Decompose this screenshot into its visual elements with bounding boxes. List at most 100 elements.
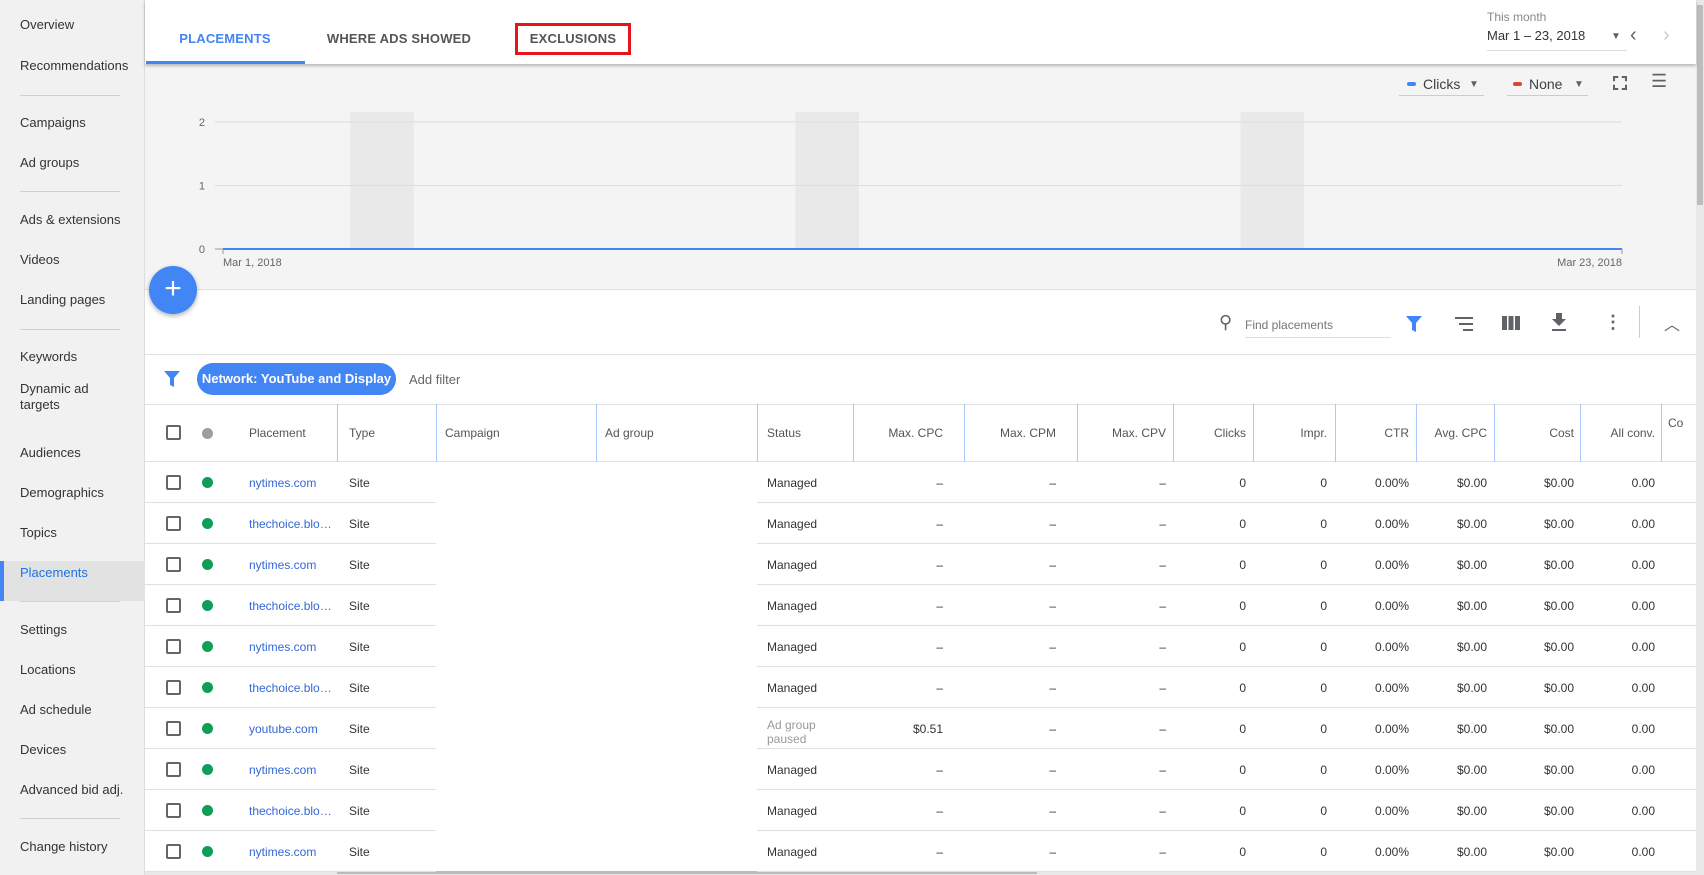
sidebar-item-landing-pages[interactable]: Landing pages <box>20 292 140 308</box>
sidebar-item-locations[interactable]: Locations <box>20 662 140 678</box>
tab-exclusions[interactable]: EXCLUSIONS <box>530 31 617 46</box>
row-checkbox[interactable] <box>166 721 181 736</box>
placement-link[interactable]: nytimes.com <box>249 763 337 777</box>
sidebar-item-advanced-bid-adj[interactable]: Advanced bid adj. <box>20 782 140 798</box>
select-all-checkbox[interactable] <box>166 425 181 440</box>
max-cpv-cell: – <box>1159 558 1166 572</box>
column-header-cost[interactable]: Cost <box>1494 426 1574 440</box>
sidebar-item-ads-extensions[interactable]: Ads & extensions <box>20 212 140 228</box>
row-checkbox[interactable] <box>166 516 181 531</box>
sidebar-item-demographics[interactable]: Demographics <box>20 485 140 501</box>
column-header-clicks[interactable]: Clicks <box>1173 426 1246 440</box>
filter-icon[interactable] <box>164 371 180 387</box>
row-checkbox[interactable] <box>166 639 181 654</box>
clicks-cell: 0 <box>1239 476 1246 490</box>
add-placement-button[interactable]: + <box>149 266 197 314</box>
sidebar-item-devices[interactable]: Devices <box>20 742 140 758</box>
all-conv-cell: 0.00 <box>1631 476 1655 490</box>
placement-link[interactable]: nytimes.com <box>249 845 337 859</box>
max-cpv-cell: – <box>1159 517 1166 531</box>
find-placements-input[interactable] <box>1245 312 1391 338</box>
sidebar-item-topics[interactable]: Topics <box>20 525 140 541</box>
column-header-max-cpc[interactable]: Max. CPC <box>853 426 943 440</box>
placement-link[interactable]: nytimes.com <box>249 558 337 572</box>
column-header-campaign[interactable]: Campaign <box>445 426 596 440</box>
sidebar-item-audiences[interactable]: Audiences <box>20 445 140 461</box>
placement-link[interactable]: nytimes.com <box>249 640 337 654</box>
clicks-cell: 0 <box>1239 722 1246 736</box>
impressions-cell: 0 <box>1320 517 1327 531</box>
sidebar-item-recommendations[interactable]: Recommendations <box>20 58 140 74</box>
cost-cell: $0.00 <box>1543 476 1574 490</box>
max-cpm-cell: – <box>1049 558 1056 572</box>
placement-link[interactable]: youtube.com <box>249 722 337 736</box>
column-header-ad-group[interactable]: Ad group <box>605 426 757 440</box>
add-filter-link[interactable]: Add filter <box>409 372 460 387</box>
column-header-impr[interactable]: Impr. <box>1253 426 1327 440</box>
enabled-status-dot <box>202 600 213 611</box>
next-period-icon[interactable]: › <box>1663 25 1670 45</box>
cost-cell: $0.00 <box>1543 599 1574 613</box>
row-checkbox[interactable] <box>166 557 181 572</box>
placement-link[interactable]: thechoice.blo… <box>249 681 337 695</box>
sidebar-item-placements[interactable]: Placements <box>20 565 140 581</box>
cost-cell: $0.00 <box>1543 804 1574 818</box>
sidebar-item-campaigns[interactable]: Campaigns <box>20 115 140 131</box>
network-filter-chip[interactable]: Network: YouTube and Display <box>197 363 396 395</box>
date-range-select[interactable]: Mar 1 – 23, 2018 ▼ <box>1487 28 1627 51</box>
column-divider[interactable] <box>436 404 437 462</box>
placement-link[interactable]: nytimes.com <box>249 476 337 490</box>
row-checkbox[interactable] <box>166 844 181 859</box>
column-header-max-cpm[interactable]: Max. CPM <box>964 426 1056 440</box>
column-header-co[interactable]: Co <box>1668 416 1700 430</box>
placement-link[interactable]: thechoice.blo… <box>249 517 337 531</box>
row-divider <box>757 625 1696 626</box>
column-header-avg-cpc[interactable]: Avg. CPC <box>1416 426 1487 440</box>
more-options-icon[interactable]: ⋮ <box>1604 313 1622 331</box>
column-header-ctr[interactable]: CTR <box>1335 426 1409 440</box>
row-checkbox[interactable] <box>166 475 181 490</box>
y-tick-label: 1 <box>199 181 205 193</box>
tab-placements[interactable]: PLACEMENTS <box>179 31 271 46</box>
ctr-cell: 0.00% <box>1374 558 1409 572</box>
row-checkbox[interactable] <box>166 803 181 818</box>
column-header-type[interactable]: Type <box>349 426 436 440</box>
impressions-cell: 0 <box>1320 722 1327 736</box>
column-divider[interactable] <box>596 404 597 462</box>
ctr-cell: 0.00% <box>1374 476 1409 490</box>
dropdown-arrow-icon: ▼ <box>1611 31 1621 42</box>
sidebar-item-overview[interactable]: Overview <box>20 17 140 33</box>
column-header-all-conv[interactable]: All conv. <box>1580 426 1655 440</box>
max-cpc-cell: – <box>936 558 943 572</box>
column-divider[interactable] <box>1661 404 1662 462</box>
sidebar-item-change-history[interactable]: Change history <box>20 839 140 855</box>
row-checkbox[interactable] <box>166 762 181 777</box>
column-header-placement[interactable]: Placement <box>249 426 337 440</box>
sidebar-item-ad-schedule[interactable]: Ad schedule <box>20 702 140 718</box>
collapse-chevron-up-icon[interactable]: ︿ <box>1664 318 1680 334</box>
segment-icon[interactable] <box>1455 317 1473 331</box>
column-header-status[interactable]: Status <box>767 426 853 440</box>
enabled-status-dot <box>202 846 213 857</box>
column-header-max-cpv[interactable]: Max. CPV <box>1077 426 1166 440</box>
sidebar-item-keywords[interactable]: Keywords <box>20 349 140 365</box>
tab-where-ads-showed[interactable]: WHERE ADS SHOWED <box>327 31 471 46</box>
all-conv-cell: 0.00 <box>1631 599 1655 613</box>
column-divider[interactable] <box>337 404 338 462</box>
placement-link[interactable]: thechoice.blo… <box>249 804 337 818</box>
sidebar-item-videos[interactable]: Videos <box>20 252 140 268</box>
sidebar-item-ad-groups[interactable]: Ad groups <box>20 155 140 171</box>
row-checkbox[interactable] <box>166 598 181 613</box>
previous-period-icon[interactable]: ‹ <box>1630 25 1637 45</box>
type-cell: Site <box>349 681 370 695</box>
column-divider[interactable] <box>757 404 758 462</box>
row-checkbox[interactable] <box>166 680 181 695</box>
sidebar-item-dynamic-ad-targets[interactable]: Dynamic ad targets <box>20 381 110 413</box>
placement-link[interactable]: thechoice.blo… <box>249 599 337 613</box>
vertical-scrollbar[interactable] <box>1696 0 1704 875</box>
columns-icon[interactable] <box>1502 316 1520 330</box>
download-icon[interactable] <box>1551 313 1567 331</box>
y-tick-label: 2 <box>199 117 205 129</box>
sidebar-item-settings[interactable]: Settings <box>20 622 140 638</box>
filter-icon[interactable] <box>1406 316 1422 332</box>
